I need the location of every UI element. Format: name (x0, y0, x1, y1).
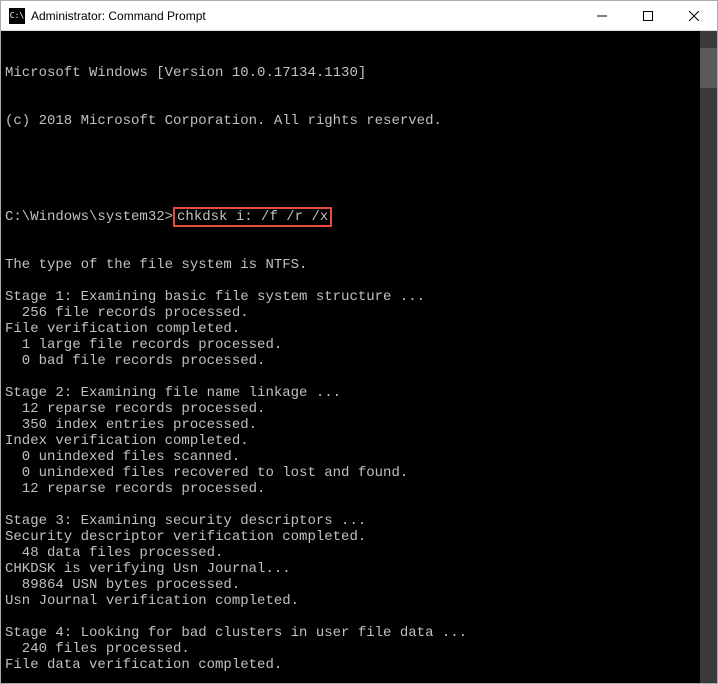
scrollbar-thumb[interactable] (700, 48, 717, 88)
terminal-line: CHKDSK is verifying Usn Journal... (5, 561, 717, 577)
terminal-line: 0 unindexed files scanned. (5, 449, 717, 465)
terminal-line (5, 609, 717, 625)
terminal-line: Stage 2: Examining file name linkage ... (5, 385, 717, 401)
terminal-line: 48 data files processed. (5, 545, 717, 561)
terminal-line: 256 file records processed. (5, 305, 717, 321)
minimize-icon (597, 11, 607, 21)
terminal-line: 240 files processed. (5, 641, 717, 657)
terminal-output[interactable]: Microsoft Windows [Version 10.0.17134.11… (1, 31, 717, 683)
terminal-line: 12 reparse records processed. (5, 401, 717, 417)
terminal-line: Index verification completed. (5, 433, 717, 449)
window-title: Administrator: Command Prompt (31, 9, 579, 23)
minimize-button[interactable] (579, 1, 625, 30)
maximize-icon (643, 11, 653, 21)
terminal-line: Security descriptor verification complet… (5, 529, 717, 545)
terminal-line: 89864 USN bytes processed. (5, 577, 717, 593)
terminal-line: 1 large file records processed. (5, 337, 717, 353)
titlebar[interactable]: C:\ Administrator: Command Prompt (1, 1, 717, 31)
terminal-line: Stage 4: Looking for bad clusters in use… (5, 625, 717, 641)
terminal-line: 0 unindexed files recovered to lost and … (5, 465, 717, 481)
terminal-line: 350 index entries processed. (5, 417, 717, 433)
terminal-line (5, 673, 717, 683)
terminal-line (5, 161, 717, 177)
terminal-line: Microsoft Windows [Version 10.0.17134.11… (5, 65, 717, 81)
cmd-icon: C:\ (9, 8, 25, 24)
terminal-line (5, 273, 717, 289)
prompt-line: C:\Windows\system32>chkdsk i: /f /r /x (5, 209, 717, 225)
maximize-button[interactable] (625, 1, 671, 30)
terminal-line: (c) 2018 Microsoft Corporation. All righ… (5, 113, 717, 129)
terminal-line: Stage 3: Examining security descriptors … (5, 513, 717, 529)
command-prompt-window: C:\ Administrator: Command Prompt Micros… (0, 0, 718, 684)
terminal-line (5, 369, 717, 385)
terminal-line: Usn Journal verification completed. (5, 593, 717, 609)
command-highlight: chkdsk i: /f /r /x (173, 207, 332, 227)
terminal-line: Stage 1: Examining basic file system str… (5, 289, 717, 305)
terminal-line: File verification completed. (5, 321, 717, 337)
close-icon (689, 11, 699, 21)
scrollbar[interactable] (700, 31, 717, 683)
terminal-line: 0 bad file records processed. (5, 353, 717, 369)
terminal-line: File data verification completed. (5, 657, 717, 673)
terminal-line: 12 reparse records processed. (5, 481, 717, 497)
prompt-text: C:\Windows\system32> (5, 209, 173, 225)
terminal-line: The type of the file system is NTFS. (5, 257, 717, 273)
terminal-line (5, 497, 717, 513)
close-button[interactable] (671, 1, 717, 30)
window-controls (579, 1, 717, 30)
